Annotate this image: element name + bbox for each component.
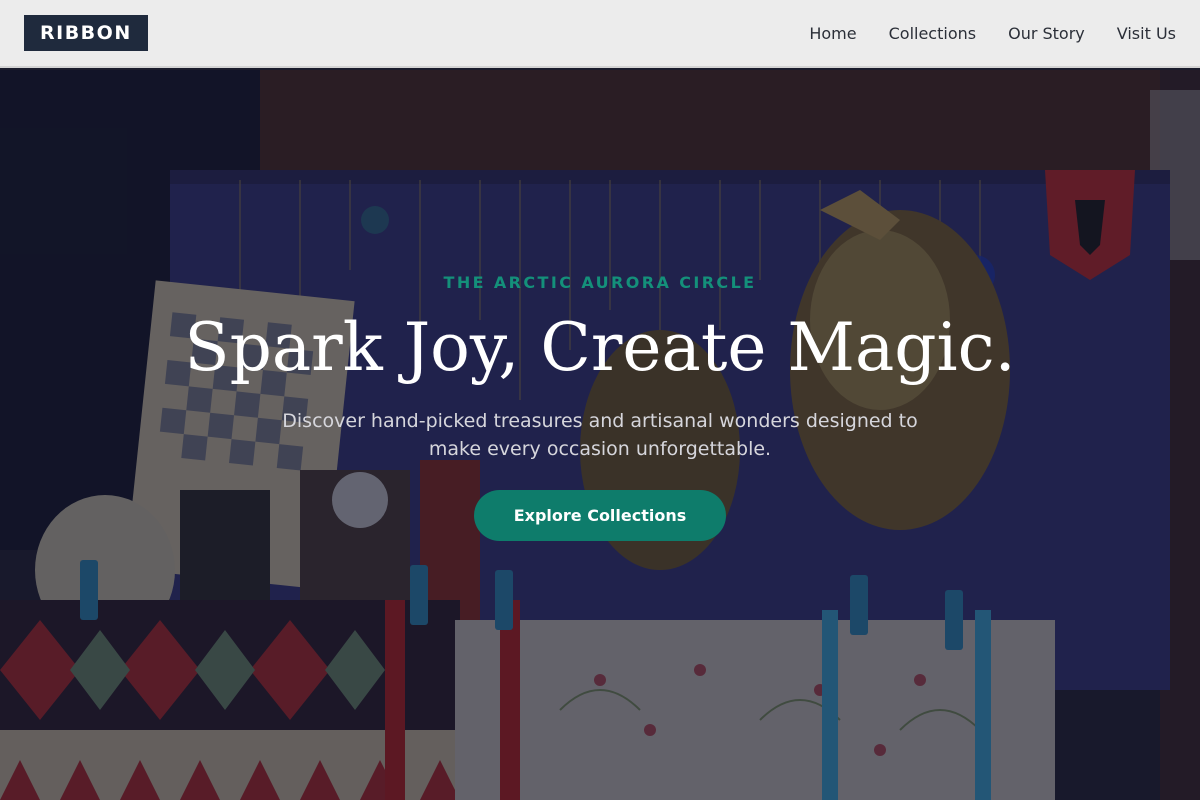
site-header: RIBBON Home Collections Our Story Visit …: [0, 0, 1200, 68]
hero-section: THE ARCTIC AURORA CIRCLE Spark Joy, Crea…: [0, 70, 1200, 800]
hero-eyebrow: THE ARCTIC AURORA CIRCLE: [443, 273, 757, 292]
brand-logo[interactable]: RIBBON: [24, 15, 148, 51]
main-nav: Home Collections Our Story Visit Us: [777, 24, 1176, 43]
nav-link-collections[interactable]: Collections: [889, 24, 976, 43]
explore-collections-button[interactable]: Explore Collections: [474, 490, 726, 541]
hero-headline: Spark Joy, Create Magic.: [184, 309, 1016, 386]
hero-subtext: Discover hand-picked treasures and artis…: [282, 410, 918, 460]
nav-link-visit-us[interactable]: Visit Us: [1117, 24, 1176, 43]
nav-link-home[interactable]: Home: [809, 24, 856, 43]
nav-link-our-story[interactable]: Our Story: [1008, 24, 1085, 43]
hero-content: THE ARCTIC AURORA CIRCLE Spark Joy, Crea…: [0, 70, 1200, 800]
